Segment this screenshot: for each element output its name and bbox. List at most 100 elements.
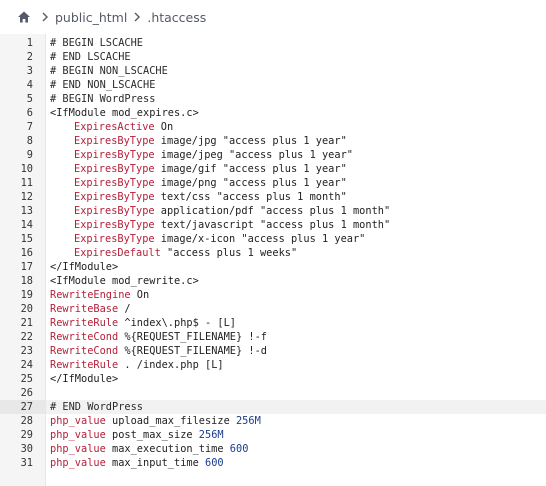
code-token-comment: # END LSCACHE — [50, 51, 131, 63]
code-line[interactable]: php_value upload_max_filesize 256M — [50, 414, 546, 428]
code-token-key: RewriteBase — [50, 303, 119, 315]
code-token-key: ExpiresDefault — [74, 247, 161, 259]
code-line[interactable]: # BEGIN LSCACHE — [50, 36, 546, 50]
code-line[interactable]: php_value post_max_size 256M — [50, 428, 546, 442]
code-token-text: %{REQUEST_FILENAME} !-f — [118, 331, 267, 343]
code-line[interactable]: ExpiresByType application/pdf "access pl… — [50, 204, 546, 218]
code-line[interactable]: RewriteRule ^index\.php$ - [L] — [50, 316, 546, 330]
line-number: 17 — [20, 261, 33, 273]
code-token-text: image/jpg "access plus 1 year" — [154, 135, 347, 147]
code-line[interactable]: <IfModule mod_expires.c> — [50, 106, 546, 120]
home-icon[interactable] — [17, 10, 31, 24]
line-number: 10 — [20, 163, 33, 175]
code-line[interactable]: # BEGIN NON_LSCACHE — [50, 64, 546, 78]
code-line[interactable]: <IfModule mod_rewrite.c> — [50, 274, 546, 288]
code-line[interactable]: ExpiresByType image/jpg "access plus 1 y… — [50, 134, 546, 148]
code-token-text: image/png "access plus 1 year" — [154, 177, 347, 189]
line-number: 4 — [26, 79, 33, 91]
code-area[interactable]: # BEGIN LSCACHE # END LSCACHE # BEGIN NON_… — [46, 34, 546, 486]
code-token-key: ExpiresByType — [74, 149, 155, 161]
code-line[interactable]: ExpiresByType image/png "access plus 1 y… — [50, 176, 546, 190]
code-token-text: %{REQUEST_FILENAME} !-d — [118, 345, 267, 357]
code-token-text: "access plus 1 weeks" — [160, 247, 298, 259]
line-number: 27 — [0, 400, 45, 414]
code-token-text: image/x-icon "access plus 1 year" — [154, 233, 366, 245]
code-line[interactable]: RewriteRule . /index.php [L] — [50, 358, 546, 372]
code-line[interactable]: ExpiresActive On — [50, 120, 546, 134]
line-number: 13 — [20, 205, 33, 217]
code-token-num: 600 — [205, 457, 224, 469]
code-line[interactable]: ExpiresByType image/jpeg "access plus 1 … — [50, 148, 546, 162]
code-editor[interactable]: 1 2 3 4 5 6 7 8 9 10 11 12 13 14 15 16 17 18 19 20 21 22 23 24 2… — [0, 34, 546, 486]
chevron-right-icon — [38, 10, 52, 24]
code-token-key: RewriteCond — [50, 345, 119, 357]
code-line[interactable]: # END LSCACHE — [50, 50, 546, 64]
line-number: 31 — [20, 457, 33, 469]
code-token-text: On — [130, 289, 150, 301]
line-number: 1 — [26, 37, 33, 49]
line-number: 25 — [20, 373, 33, 385]
line-number: 9 — [26, 149, 33, 161]
code-token-text: text/javascript "access plus 1 month" — [154, 219, 391, 231]
line-number-gutter: 1 2 3 4 5 6 7 8 9 10 11 12 13 14 15 16 17 18 19 20 21 22 23 24 2… — [0, 34, 46, 486]
code-token-num: 256M — [198, 429, 224, 441]
code-line[interactable]: RewriteEngine On — [50, 288, 546, 302]
code-token-key: RewriteEngine — [50, 289, 131, 301]
line-number: 6 — [26, 107, 33, 119]
line-number: 2 — [26, 51, 33, 63]
code-line[interactable]: php_value max_execution_time 600 — [50, 442, 546, 456]
code-token-key: ExpiresByType — [74, 135, 155, 147]
line-number: 8 — [26, 135, 33, 147]
code-token-key: ExpiresByType — [74, 219, 155, 231]
line-number: 16 — [20, 247, 33, 259]
code-token-key: php_value — [50, 429, 106, 441]
line-number: 22 — [20, 331, 33, 343]
code-token-key: RewriteCond — [50, 331, 119, 343]
line-number: 11 — [20, 177, 33, 189]
code-token-key: ExpiresByType — [74, 233, 155, 245]
code-token-key: ExpiresActive — [74, 121, 155, 133]
code-token-text: ^index\.php$ - [L] — [118, 317, 236, 329]
code-line[interactable]: # END NON_LSCACHE — [50, 78, 546, 92]
breadcrumb-item-public-html[interactable]: public_html — [55, 10, 127, 25]
line-number: 15 — [20, 233, 33, 245]
breadcrumb-item-htaccess[interactable]: .htaccess — [147, 10, 206, 25]
code-line[interactable]: ExpiresByType text/css "access plus 1 mo… — [50, 190, 546, 204]
code-token-key: php_value — [50, 443, 106, 455]
code-token-comment: # END NON_LSCACHE — [50, 79, 156, 91]
code-token-comment: # BEGIN LSCACHE — [50, 37, 143, 49]
code-token-text: max_input_time — [105, 457, 205, 469]
code-line[interactable]: ExpiresByType text/javascript "access pl… — [50, 218, 546, 232]
line-number: 12 — [20, 191, 33, 203]
code-line[interactable] — [50, 386, 546, 400]
code-token-key: ExpiresByType — [74, 205, 155, 217]
code-line[interactable]: </IfModule> — [50, 372, 546, 386]
code-token-tag: <IfModule mod_rewrite.c> — [50, 275, 199, 287]
code-token-text: text/css "access plus 1 month" — [154, 191, 347, 203]
line-number: 24 — [20, 359, 33, 371]
line-number: 18 — [20, 275, 33, 287]
code-line[interactable]: ExpiresByType image/x-icon "access plus … — [50, 232, 546, 246]
code-line[interactable]: </IfModule> — [50, 260, 546, 274]
line-number: 7 — [26, 121, 33, 133]
code-token-key: php_value — [50, 457, 106, 469]
code-line[interactable]: ExpiresByType image/gif "access plus 1 y… — [50, 162, 546, 176]
code-line[interactable]: php_value max_input_time 600 — [50, 456, 546, 470]
code-line[interactable]: RewriteCond %{REQUEST_FILENAME} !-f — [50, 330, 546, 344]
code-token-num: 600 — [229, 443, 249, 455]
code-token-text: max_execution_time — [105, 443, 230, 455]
code-line[interactable]: # BEGIN WordPress — [50, 92, 546, 106]
code-token-tag: </IfModule> — [50, 373, 119, 385]
code-line[interactable]: # END WordPress — [46, 400, 546, 414]
code-token-key: RewriteRule — [50, 317, 119, 329]
code-line[interactable]: RewriteBase / — [50, 302, 546, 316]
code-token-text: image/jpeg "access plus 1 year" — [154, 149, 353, 161]
code-token-comment: # END WordPress — [50, 401, 143, 413]
code-line[interactable]: RewriteCond %{REQUEST_FILENAME} !-d — [50, 344, 546, 358]
code-token-text: application/pdf "access plus 1 month" — [154, 205, 391, 217]
code-line[interactable]: ExpiresDefault "access plus 1 weeks" — [50, 246, 546, 260]
line-number: 5 — [26, 93, 33, 105]
code-token-key: RewriteRule — [50, 359, 119, 371]
code-token-tag: <IfModule mod_expires.c> — [50, 107, 199, 119]
line-number: 30 — [20, 443, 33, 455]
